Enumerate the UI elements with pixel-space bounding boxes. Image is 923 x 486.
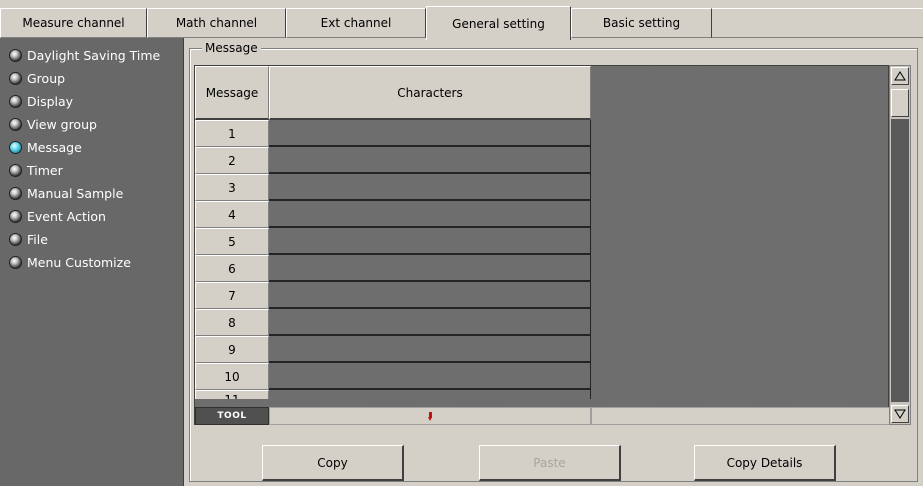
scroll-thumb[interactable]	[891, 89, 909, 117]
row-number[interactable]: 3	[195, 174, 269, 201]
sidebar-item-menu-customize[interactable]: Menu Customize	[0, 251, 183, 274]
groupbox-title: Message	[202, 41, 261, 55]
message-text-cell[interactable]	[269, 147, 591, 174]
radio-bullet-icon	[9, 233, 22, 246]
row-number[interactable]: 1	[195, 120, 269, 147]
radio-bullet-icon	[9, 164, 22, 177]
sidebar-item-label: Menu Customize	[27, 255, 131, 270]
tab-general-setting[interactable]: General setting	[426, 6, 571, 40]
message-groupbox: Message Message Characters 1 2 3 4 5 6 7…	[189, 41, 918, 482]
message-text-cell[interactable]	[269, 174, 591, 201]
vertical-scrollbar[interactable]	[889, 65, 911, 425]
cursor-position-bar[interactable]	[269, 407, 591, 425]
sidebar-item-label: Message	[27, 140, 82, 155]
radio-bullet-icon	[9, 187, 22, 200]
message-text-cell[interactable]	[269, 120, 591, 147]
table-row: 3	[195, 174, 591, 201]
radio-bullet-selected-icon	[9, 141, 22, 154]
settings-sidebar: Daylight Saving Time Group Display View …	[0, 38, 184, 486]
sidebar-item-timer[interactable]: Timer	[0, 159, 183, 182]
row-number[interactable]: 10	[195, 363, 269, 390]
tab-ext-channel[interactable]: Ext channel	[286, 8, 426, 38]
table-row: 7	[195, 282, 591, 309]
column-header-message[interactable]: Message	[195, 66, 269, 120]
sidebar-item-display[interactable]: Display	[0, 90, 183, 113]
table-row: 1	[195, 120, 591, 147]
row-number[interactable]: 11	[195, 390, 269, 399]
message-text-cell[interactable]	[269, 228, 591, 255]
message-text-cell[interactable]	[269, 390, 591, 399]
tab-bar: Measure channel Math channel Ext channel…	[0, 0, 923, 40]
sidebar-item-label: View group	[27, 117, 97, 132]
table-row: 5	[195, 228, 591, 255]
message-text-cell[interactable]	[269, 336, 591, 363]
sidebar-item-group[interactable]: Group	[0, 67, 183, 90]
message-text-cell[interactable]	[269, 255, 591, 282]
row-number[interactable]: 6	[195, 255, 269, 282]
paste-button[interactable]: Paste	[479, 445, 621, 481]
table-row: 2	[195, 147, 591, 174]
sidebar-item-file[interactable]: File	[0, 228, 183, 251]
tool-row: TOOL	[195, 407, 890, 425]
radio-bullet-icon	[9, 49, 22, 62]
message-table: Message Characters 1 2 3 4 5 6 7 8 9 10 …	[194, 65, 890, 425]
sidebar-item-label: Group	[27, 71, 66, 86]
tool-row-filler	[591, 407, 890, 425]
sidebar-item-label: Display	[27, 94, 74, 109]
row-number[interactable]: 4	[195, 201, 269, 228]
radio-bullet-icon	[9, 210, 22, 223]
table-row: 9	[195, 336, 591, 363]
sidebar-item-event-action[interactable]: Event Action	[0, 205, 183, 228]
message-text-cell[interactable]	[269, 309, 591, 336]
row-number[interactable]: 9	[195, 336, 269, 363]
radio-bullet-icon	[9, 72, 22, 85]
message-text-cell[interactable]	[269, 201, 591, 228]
radio-bullet-icon	[9, 118, 22, 131]
arrow-down-icon	[894, 409, 906, 419]
row-number[interactable]: 2	[195, 147, 269, 174]
scroll-up-button[interactable]	[891, 67, 909, 85]
scroll-down-button[interactable]	[891, 405, 909, 423]
table-row: 11	[195, 390, 591, 399]
row-number[interactable]: 7	[195, 282, 269, 309]
copy-details-button[interactable]: Copy Details	[694, 445, 836, 481]
radio-bullet-icon	[9, 95, 22, 108]
sidebar-item-label: Timer	[27, 163, 63, 178]
cursor-marker-icon	[427, 411, 433, 421]
row-number[interactable]: 8	[195, 309, 269, 336]
tab-basic-setting[interactable]: Basic setting	[571, 8, 712, 38]
table-body: 1 2 3 4 5 6 7 8 9 10	[195, 120, 591, 399]
column-header-characters[interactable]: Characters	[269, 66, 591, 120]
table-row: 8	[195, 309, 591, 336]
tool-button[interactable]: TOOL	[195, 407, 269, 425]
tab-math-channel[interactable]: Math channel	[147, 8, 286, 38]
table-row: 6	[195, 255, 591, 282]
sidebar-item-daylight-saving-time[interactable]: Daylight Saving Time	[0, 44, 183, 67]
sidebar-item-label: Daylight Saving Time	[27, 48, 161, 63]
message-text-cell[interactable]	[269, 363, 591, 390]
message-text-cell[interactable]	[269, 282, 591, 309]
message-panel: Message Message Characters 1 2 3 4 5 6 7…	[185, 38, 923, 486]
sidebar-item-label: Event Action	[27, 209, 106, 224]
sidebar-item-message[interactable]: Message	[0, 136, 183, 159]
radio-bullet-icon	[9, 256, 22, 269]
tab-bar-filler	[712, 8, 923, 38]
copy-button[interactable]: Copy	[262, 445, 404, 481]
sidebar-item-label: Manual Sample	[27, 186, 124, 201]
sidebar-item-view-group[interactable]: View group	[0, 113, 183, 136]
table-row: 10	[195, 363, 591, 390]
arrow-up-icon	[894, 71, 906, 81]
table-row: 4	[195, 201, 591, 228]
tab-measure-channel[interactable]: Measure channel	[0, 8, 147, 38]
sidebar-item-manual-sample[interactable]: Manual Sample	[0, 182, 183, 205]
scroll-track[interactable]	[891, 119, 909, 402]
row-number[interactable]: 5	[195, 228, 269, 255]
sidebar-item-label: File	[27, 232, 48, 247]
